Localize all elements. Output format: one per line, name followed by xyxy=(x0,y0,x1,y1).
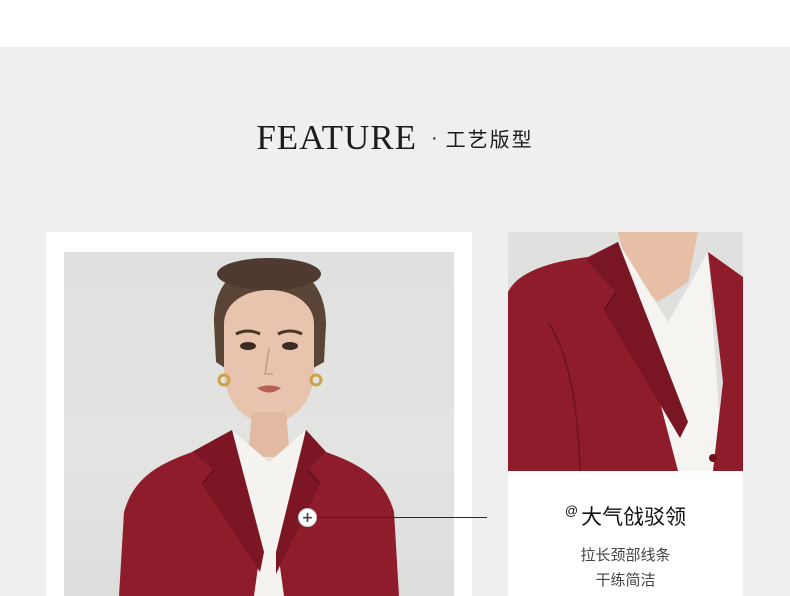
at-marker: @ xyxy=(564,503,579,518)
feature-caption-card: @ 大气戗驳领 拉长颈部线条 干练简洁 xyxy=(508,471,743,596)
lapel-detail-image xyxy=(508,232,743,471)
feature-description-line-1: 拉长颈部线条 xyxy=(580,546,671,564)
lapel-detail-illustration xyxy=(508,232,743,471)
top-spacer xyxy=(0,0,790,47)
portrait-frame xyxy=(46,232,472,596)
callout-pointer-line xyxy=(314,517,487,518)
section-heading: FEATURE · 工艺版型 xyxy=(0,118,790,158)
heading-separator: · xyxy=(430,126,438,149)
heading-english: FEATURE xyxy=(256,118,417,157)
feature-title-text: 大气戗驳领 xyxy=(581,505,687,529)
heading-chinese: 工艺版型 xyxy=(445,127,534,152)
feature-description-line-2: 干练简洁 xyxy=(595,571,656,589)
model-portrait-image xyxy=(64,252,454,596)
model-portrait-illustration xyxy=(119,258,399,596)
plus-hotspot-icon[interactable]: + xyxy=(298,508,317,527)
feature-caption-title: @ 大气戗驳领 xyxy=(508,501,743,531)
